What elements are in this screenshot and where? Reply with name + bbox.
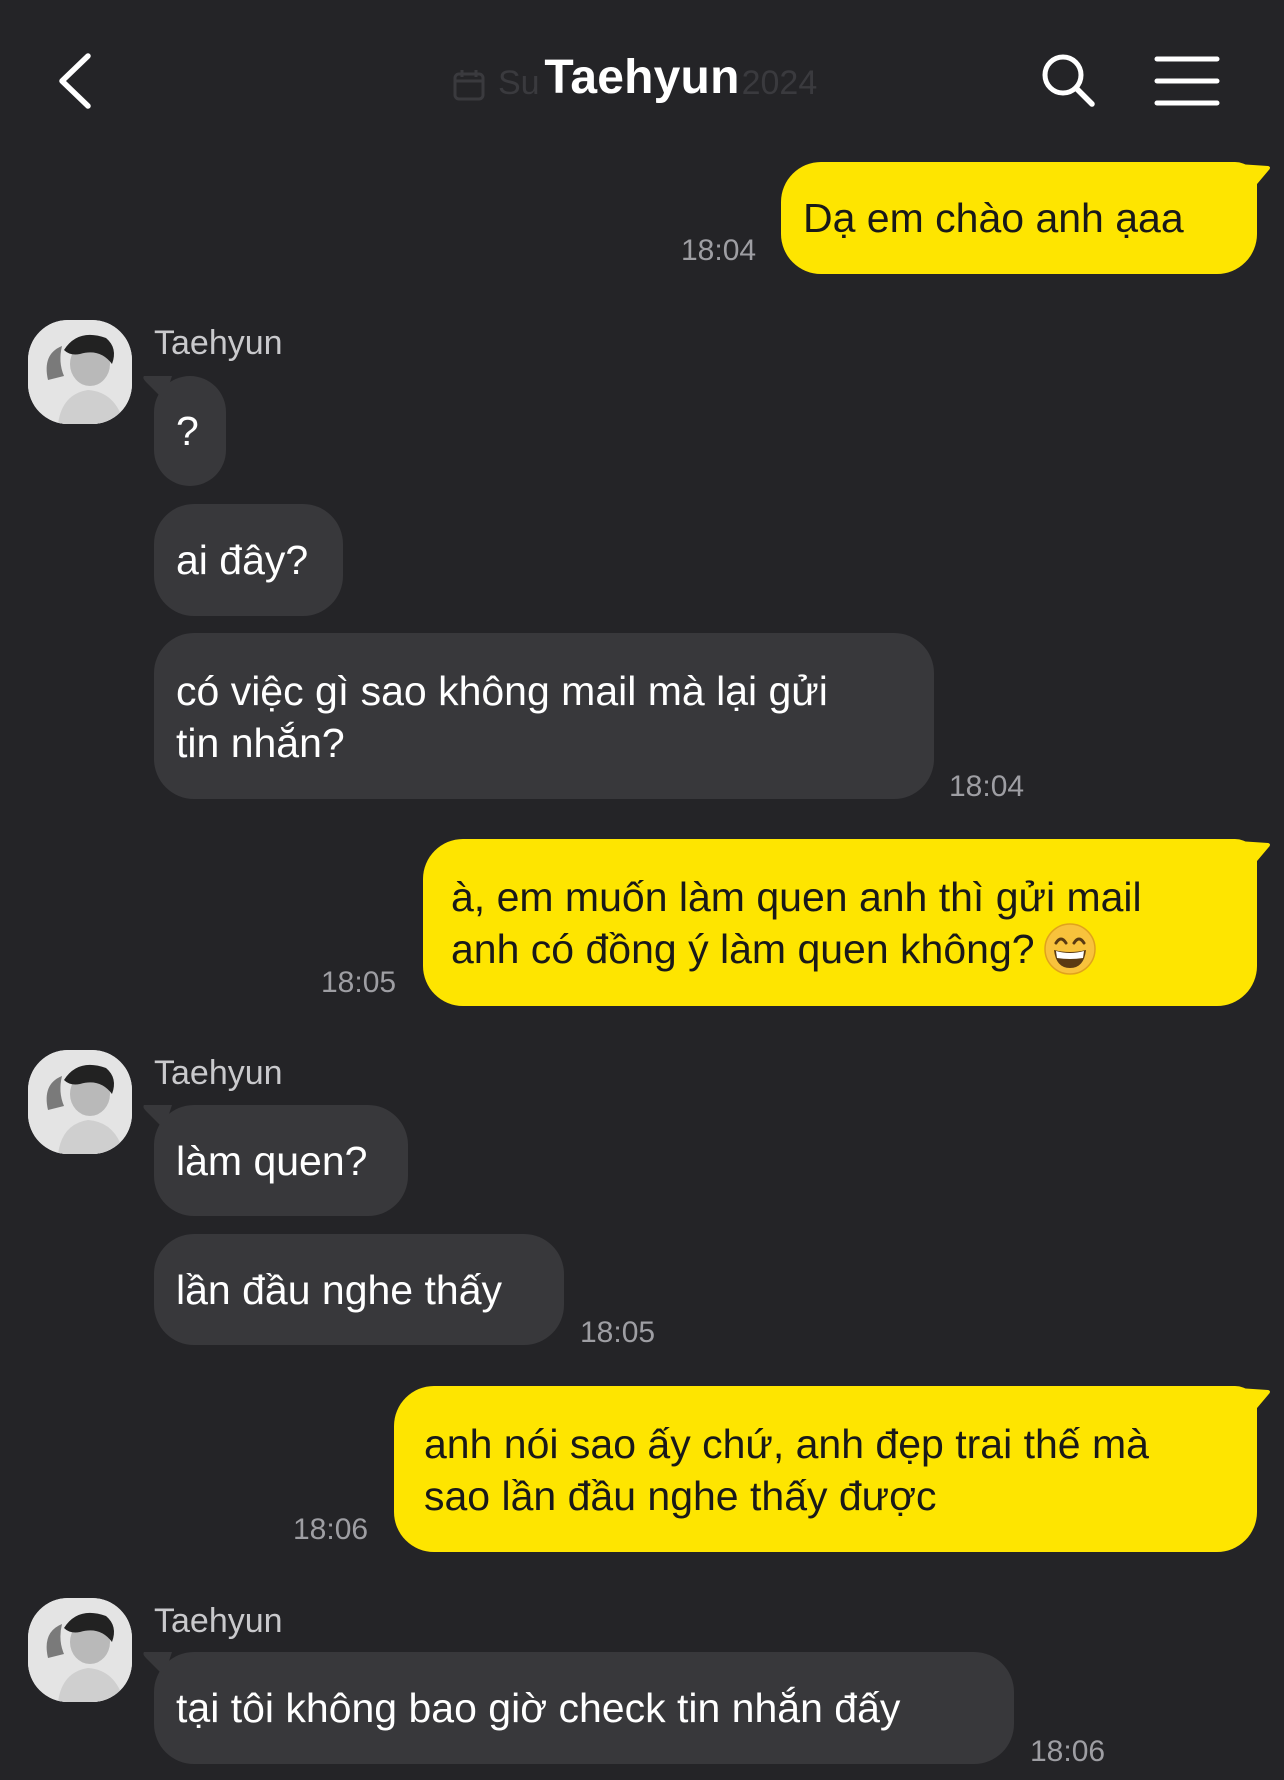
profile-photo (28, 1050, 132, 1154)
profile-photo (28, 320, 132, 424)
outgoing-message-bubble[interactable]: à, em muốn làm quen anh thì gửi mail anh… (423, 839, 1257, 1006)
message-timestamp: 18:06 (293, 1513, 369, 1546)
menu-button[interactable] (1154, 54, 1220, 108)
message-text-line: anh nói sao ấy chứ, anh đẹp trai thế mà (424, 1421, 1149, 1467)
sender-name: Taehyun (154, 1602, 283, 1640)
profile-photo (28, 1598, 132, 1702)
message-text: lần đầu nghe thấy (176, 1266, 502, 1313)
contact-avatar[interactable] (28, 320, 132, 424)
message-text-line: tin nhắn? (176, 720, 345, 766)
bubble-tail (143, 1652, 172, 1676)
bubble-tail (1238, 164, 1270, 190)
message-text-line-content: anh có đồng ý làm quen không? (451, 926, 1035, 972)
sender-name: Taehyun (154, 324, 283, 362)
grinning-face-emoji (1043, 923, 1096, 975)
message-text-line: sao lần đầu nghe thấy được (424, 1473, 937, 1519)
sender-name: Taehyun (154, 1054, 283, 1092)
message-text: làm quen? (176, 1137, 368, 1184)
search-icon (1042, 54, 1095, 107)
bubble-tail (143, 1105, 172, 1129)
incoming-message-bubble[interactable]: ai đây? (154, 504, 343, 616)
incoming-message-bubble[interactable]: tại tôi không bao giờ check tin nhắn đấy (154, 1652, 1014, 1764)
bubble-tail (143, 376, 172, 400)
message-timestamp: 18:04 (681, 234, 757, 267)
message-timestamp: 18:06 (1030, 1735, 1106, 1768)
contact-avatar[interactable] (28, 1598, 132, 1702)
hamburger-menu-icon (1154, 56, 1220, 106)
message-text: ai đây? (176, 537, 309, 583)
outgoing-message-bubble[interactable]: anh nói sao ấy chứ, anh đẹp trai thế mà … (394, 1386, 1257, 1552)
search-button[interactable] (1038, 50, 1098, 110)
message-timestamp: 18:05 (580, 1316, 656, 1349)
message-text: ? (176, 408, 199, 454)
message-timestamp: 18:04 (949, 770, 1025, 803)
incoming-message-bubble[interactable]: có việc gì sao không mail mà lại gửi tin… (154, 633, 934, 799)
message-text-line: anh có đồng ý làm quen không? (451, 923, 1235, 976)
incoming-message-bubble[interactable]: lần đầu nghe thấy (154, 1234, 564, 1345)
bubble-tail (1238, 1388, 1270, 1414)
message-text-line: có việc gì sao không mail mà lại gửi (176, 668, 828, 714)
message-timestamp: 18:05 (321, 966, 397, 999)
message-text: tại tôi không bao giờ check tin nhắn đấy (176, 1685, 901, 1731)
chat-header: Su 2024 Taehyun (0, 0, 1284, 160)
outgoing-message-bubble[interactable]: Dạ em chào anh ạaa (781, 162, 1257, 274)
bubble-tail (1238, 841, 1270, 867)
incoming-message-bubble[interactable]: làm quen? (154, 1105, 408, 1216)
message-text: Dạ em chào anh ạaa (803, 195, 1184, 241)
contact-avatar[interactable] (28, 1050, 132, 1154)
message-text-line: à, em muốn làm quen anh thì gửi mail (451, 874, 1142, 920)
